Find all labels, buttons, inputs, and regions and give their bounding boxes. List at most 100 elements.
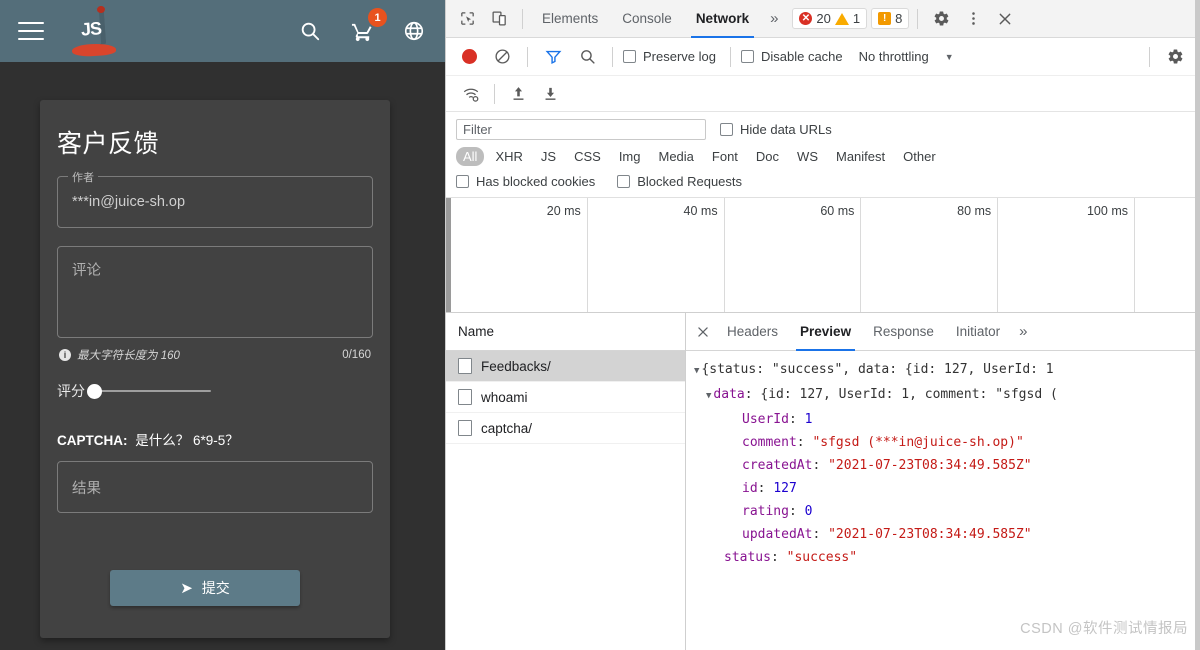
- blocked-requests-label: Blocked Requests: [637, 174, 743, 189]
- json-root-summary: {status: "success", data: {id: 127, User…: [701, 362, 1054, 377]
- table-row[interactable]: captcha/: [446, 413, 685, 444]
- juice-shop-logo[interactable]: JS: [66, 3, 122, 59]
- captcha-label: CAPTCHA:: [57, 433, 128, 448]
- type-filter-media[interactable]: Media: [651, 147, 700, 166]
- request-list-header[interactable]: Name: [446, 313, 685, 351]
- checkbox-box[interactable]: [720, 123, 733, 136]
- clear-network-log-icon[interactable]: [487, 43, 517, 71]
- search-icon[interactable]: [572, 43, 602, 71]
- type-filter-all[interactable]: All: [456, 147, 485, 166]
- json-data-summary: : {id: 127, UserId: 1, comment: "sfgsd (: [744, 387, 1058, 402]
- checkbox-box[interactable]: [456, 175, 469, 188]
- tab-headers[interactable]: Headers: [716, 313, 789, 351]
- has-blocked-cookies-checkbox[interactable]: Has blocked cookies: [456, 174, 595, 189]
- author-field[interactable]: 作者 ***in@juice-sh.op: [57, 169, 373, 228]
- request-name: captcha/: [481, 420, 533, 436]
- device-toolbar-icon[interactable]: [484, 5, 514, 33]
- network-toolbar-secondary: [446, 76, 1200, 112]
- table-row[interactable]: Feedbacks/: [446, 351, 685, 382]
- filter-funnel-icon[interactable]: [538, 43, 568, 71]
- detail-scrollbar[interactable]: [1195, 0, 1200, 650]
- timeline-tick-label: 80 ms: [957, 204, 992, 218]
- timeline-tick-label: 40 ms: [683, 204, 718, 218]
- blocked-filters-row: Has blocked cookies Blocked Requests: [456, 174, 1190, 189]
- submit-button[interactable]: ➤ 提交: [110, 570, 300, 606]
- request-detail-pane: Headers Preview Response Initiator » ▼ {s…: [686, 313, 1200, 650]
- chevron-double-right-icon[interactable]: »: [762, 10, 786, 27]
- disable-cache-checkbox[interactable]: Disable cache: [740, 49, 843, 64]
- network-conditions-icon[interactable]: [456, 80, 486, 108]
- json-data-line[interactable]: ▼ data: {id: 127, UserId: 1, comment: "sf…: [694, 383, 1200, 408]
- issues-counter[interactable]: ! 8: [871, 8, 910, 29]
- rating-slider[interactable]: [87, 381, 211, 401]
- hide-data-urls-checkbox[interactable]: Hide data URLs: [720, 122, 832, 137]
- error-warning-counter[interactable]: ✕ 20 1: [792, 8, 868, 29]
- blocked-requests-checkbox[interactable]: Blocked Requests: [617, 174, 742, 189]
- rating-row: 评分: [57, 381, 373, 401]
- captcha-answer-input[interactable]: 结果: [57, 461, 373, 513]
- expand-triangle-icon[interactable]: ▼: [694, 366, 699, 376]
- chevron-double-right-icon[interactable]: »: [1011, 323, 1035, 340]
- import-har-icon[interactable]: [503, 80, 533, 108]
- throttling-select[interactable]: No throttling: [859, 49, 929, 64]
- hamburger-menu-icon[interactable]: [18, 22, 44, 40]
- checkbox-box[interactable]: [617, 175, 631, 188]
- close-icon[interactable]: [690, 319, 716, 345]
- request-name: Feedbacks/: [481, 358, 551, 374]
- export-har-icon[interactable]: [535, 80, 565, 108]
- json-colon: :: [788, 412, 805, 427]
- json-row: updatedAt: "2021-07-23T08:34:49.585Z": [694, 523, 1200, 546]
- type-filter-other[interactable]: Other: [896, 147, 943, 166]
- tab-console[interactable]: Console: [611, 0, 683, 38]
- rating-slider-thumb[interactable]: [87, 383, 102, 399]
- json-key: rating: [742, 504, 789, 519]
- json-row: comment: "sfgsd (***in@juice-sh.op)": [694, 431, 1200, 454]
- type-filter-img[interactable]: Img: [612, 147, 648, 166]
- more-vertical-icon[interactable]: [958, 5, 988, 33]
- inspect-element-icon[interactable]: [452, 5, 482, 33]
- send-icon: ➤: [180, 579, 193, 597]
- type-filter-font[interactable]: Font: [705, 147, 745, 166]
- gear-icon[interactable]: [926, 5, 956, 33]
- comment-hint-row: i 最大字符长度为 160 0/160: [57, 347, 373, 363]
- tab-elements[interactable]: Elements: [531, 0, 609, 38]
- table-row[interactable]: whoami: [446, 382, 685, 413]
- json-key: UserId: [742, 412, 789, 427]
- request-checkbox[interactable]: [458, 389, 472, 405]
- checkbox-box[interactable]: [623, 50, 636, 63]
- preserve-log-checkbox[interactable]: Preserve log: [623, 49, 716, 64]
- type-filter-manifest[interactable]: Manifest: [829, 147, 892, 166]
- record-button-icon[interactable]: [462, 49, 477, 64]
- json-value-status: "success": [786, 550, 858, 565]
- request-name: whoami: [481, 389, 528, 405]
- json-preview-viewer[interactable]: ▼ {status: "success", data: {id: 127, Use…: [686, 351, 1200, 650]
- json-root-line[interactable]: ▼ {status: "success", data: {id: 127, Use…: [694, 358, 1200, 383]
- request-checkbox[interactable]: [458, 358, 472, 374]
- request-list: Name Feedbacks/ whoami captcha/: [446, 313, 686, 650]
- tab-network[interactable]: Network: [685, 0, 760, 38]
- filter-input[interactable]: Filter: [456, 119, 706, 140]
- chevron-down-icon[interactable]: ▼: [945, 52, 954, 62]
- type-filter-js[interactable]: JS: [534, 147, 563, 166]
- type-filter-css[interactable]: CSS: [567, 147, 608, 166]
- expand-triangle-icon[interactable]: ▼: [706, 391, 711, 401]
- shopping-cart-icon[interactable]: 1: [349, 8, 387, 44]
- hide-data-urls-label: Hide data URLs: [740, 122, 832, 137]
- comment-textarea[interactable]: 评论: [57, 246, 373, 338]
- globe-language-icon[interactable]: [401, 18, 427, 44]
- network-overview-timeline[interactable]: 20 ms 40 ms 60 ms 80 ms 100 ms: [446, 198, 1200, 313]
- tab-response[interactable]: Response: [862, 313, 945, 351]
- tab-preview[interactable]: Preview: [789, 313, 862, 351]
- type-filter-ws[interactable]: WS: [790, 147, 825, 166]
- gear-icon[interactable]: [1160, 43, 1190, 71]
- json-row-status: status: "success": [694, 546, 1200, 569]
- json-value: 1: [804, 412, 813, 427]
- close-icon[interactable]: [990, 5, 1020, 33]
- tab-initiator[interactable]: Initiator: [945, 313, 1011, 351]
- request-checkbox[interactable]: [458, 420, 472, 436]
- type-filter-doc[interactable]: Doc: [749, 147, 786, 166]
- type-filter-xhr[interactable]: XHR: [488, 147, 529, 166]
- json-key-status: status: [724, 550, 771, 565]
- search-icon[interactable]: [297, 18, 323, 44]
- checkbox-box[interactable]: [740, 50, 754, 63]
